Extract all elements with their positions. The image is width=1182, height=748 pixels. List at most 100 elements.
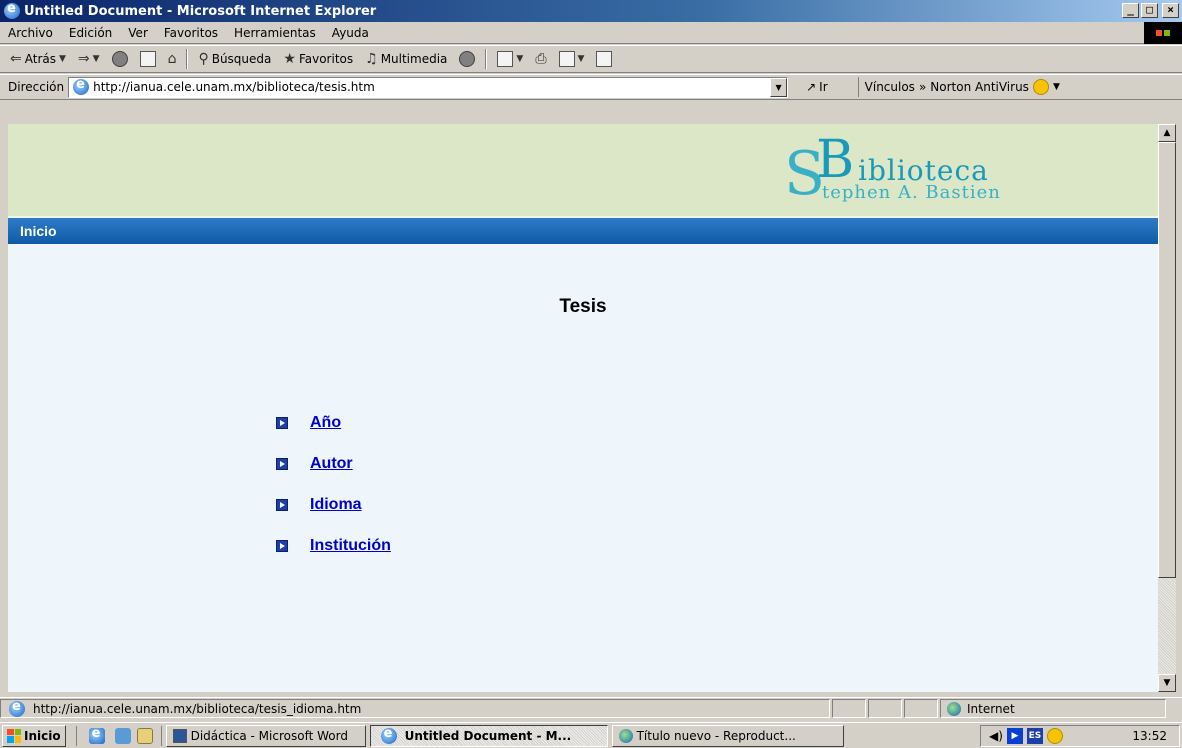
links-label[interactable]: Vínculos xyxy=(865,80,915,94)
logo-letter-b: B xyxy=(816,130,855,190)
go-arrow-icon: ↗ xyxy=(806,80,817,94)
task-word-label: Didáctica - Microsoft Word xyxy=(190,728,348,743)
discuss-button[interactable] xyxy=(592,48,616,70)
task-mediaplayer[interactable]: Título nuevo - Reproduct... xyxy=(611,724,844,747)
start-button[interactable]: Inicio xyxy=(2,724,66,747)
edit-button[interactable]: ▼ xyxy=(555,48,589,70)
back-arrow-icon: ⇐ xyxy=(10,51,22,67)
discuss-icon xyxy=(596,51,613,67)
link-idioma[interactable]: Idioma xyxy=(310,496,362,514)
quicklaunch-outlook-icon[interactable] xyxy=(114,727,131,744)
multimedia-label: Multimedia xyxy=(380,52,448,66)
status-page-icon xyxy=(9,699,25,717)
refresh-button[interactable] xyxy=(136,48,160,70)
link-autor[interactable]: Autor xyxy=(310,455,353,473)
favorites-button[interactable]: ★ Favoritos xyxy=(279,48,357,70)
quick-launch xyxy=(75,725,162,746)
menu-bar: Archivo Edición Ver Favoritos Herramient… xyxy=(0,22,1182,44)
menu-archivo[interactable]: Archivo xyxy=(0,26,61,40)
home-button[interactable]: ⌂ xyxy=(164,48,181,70)
menu-ver[interactable]: Ver xyxy=(120,26,156,40)
favorites-label: Favoritos xyxy=(298,52,354,66)
status-bar: http://ianua.cele.unam.mx/biblioteca/tes… xyxy=(0,697,1182,719)
favorites-icon: ★ xyxy=(283,51,296,67)
task-ie-label: Untitled Document - M... xyxy=(404,728,572,743)
bullet-arrow-icon xyxy=(276,416,288,429)
multimedia-icon: ♫ xyxy=(365,51,378,67)
address-input[interactable]: http://ianua.cele.unam.mx/biblioteca/tes… xyxy=(68,76,789,98)
norton-link[interactable]: Norton AntiVirus xyxy=(930,80,1029,94)
biblioteca-logo: S B iblioteca tephen A. Bastien xyxy=(784,132,1034,212)
menu-edicion[interactable]: Edición xyxy=(61,26,120,40)
nav-inicio-link[interactable]: Inicio xyxy=(20,223,57,239)
norton-dropdown-icon[interactable]: ▼ xyxy=(1053,82,1060,92)
links-more-icon[interactable]: » xyxy=(919,80,926,94)
task-mediaplayer-label: Título nuevo - Reproduct... xyxy=(636,728,796,743)
scroll-up-button[interactable]: ▲ xyxy=(1158,124,1176,142)
forward-button[interactable]: ⇒ ▼ xyxy=(74,48,104,70)
list-item: Autor xyxy=(276,443,391,484)
stop-button[interactable] xyxy=(108,48,132,70)
edit-dropdown-icon[interactable]: ▼ xyxy=(578,54,585,64)
forward-dropdown-icon[interactable]: ▼ xyxy=(93,54,100,64)
search-button[interactable]: ⚲ Búsqueda xyxy=(194,48,275,70)
scroll-thumb[interactable] xyxy=(1158,142,1176,578)
ie-icon xyxy=(4,1,20,19)
zone-label: Internet xyxy=(967,701,1015,716)
go-button[interactable]: ↗ Ir xyxy=(806,80,828,94)
windows-flag-icon xyxy=(7,728,21,743)
status-url: http://ianua.cele.unam.mx/biblioteca/tes… xyxy=(33,701,362,716)
mail-button[interactable]: ▼ xyxy=(493,48,527,70)
system-tray: ◀) ▶ ES 13:52 xyxy=(980,725,1180,747)
menu-favoritos[interactable]: Favoritos xyxy=(156,26,226,40)
start-label: Inicio xyxy=(24,728,61,743)
vertical-scrollbar[interactable]: ▲ ▼ xyxy=(1158,124,1176,692)
task-word[interactable]: Didáctica - Microsoft Word xyxy=(165,724,366,747)
thesis-links-list: Año Autor Idioma Institución xyxy=(276,402,391,566)
page-title: Tesis xyxy=(559,296,607,317)
bullet-arrow-icon xyxy=(276,457,288,470)
norton-icon[interactable] xyxy=(1032,79,1049,95)
volume-icon[interactable]: ◀) xyxy=(989,729,1003,743)
address-url[interactable]: http://ianua.cele.unam.mx/biblioteca/tes… xyxy=(93,80,375,94)
minimize-button[interactable]: _ xyxy=(1122,3,1139,18)
window-title: Untitled Document - Microsoft Internet E… xyxy=(24,3,377,19)
address-dropdown-icon[interactable]: ▼ xyxy=(770,77,788,97)
norton-tray-icon[interactable] xyxy=(1046,728,1063,744)
print-icon: ⎙ xyxy=(535,51,547,67)
logo-word-stephen: tephen A. Bastien xyxy=(822,182,1001,203)
back-dropdown-icon[interactable]: ▼ xyxy=(59,54,66,64)
media-icon[interactable]: ▶ xyxy=(1006,728,1023,744)
task-ie[interactable]: Untitled Document - M... xyxy=(369,724,608,747)
language-indicator[interactable]: ES xyxy=(1026,728,1043,744)
list-item: Año xyxy=(276,402,391,443)
mail-dropdown-icon[interactable]: ▼ xyxy=(516,54,523,64)
home-icon: ⌂ xyxy=(167,51,177,67)
internet-globe-icon xyxy=(947,701,961,716)
forward-arrow-icon: ⇒ xyxy=(77,51,90,67)
link-ano[interactable]: Año xyxy=(310,414,341,432)
menu-ayuda[interactable]: Ayuda xyxy=(324,26,377,40)
list-item: Institución xyxy=(276,525,391,566)
scroll-down-button[interactable]: ▼ xyxy=(1158,674,1176,692)
go-label: Ir xyxy=(819,80,828,94)
search-label: Búsqueda xyxy=(211,52,272,66)
link-institucion[interactable]: Institución xyxy=(310,537,391,555)
security-zone: Internet xyxy=(940,699,1166,718)
quicklaunch-desktop-icon[interactable] xyxy=(136,727,153,744)
quicklaunch-ie-icon[interactable] xyxy=(88,726,105,744)
bullet-arrow-icon xyxy=(276,539,288,552)
close-button[interactable]: × xyxy=(1162,3,1179,18)
maximize-button[interactable]: □ xyxy=(1141,3,1158,18)
toolbar: ⇐ Atrás ▼ ⇒ ▼ ⌂ ⚲ Búsqueda ★ Favoritos ♫… xyxy=(0,45,1182,73)
refresh-icon xyxy=(139,51,156,67)
back-button[interactable]: ⇐ Atrás ▼ xyxy=(6,48,70,70)
taskbar: Inicio Didáctica - Microsoft Word Untitl… xyxy=(0,722,1182,748)
multimedia-button[interactable]: ♫ Multimedia xyxy=(361,48,451,70)
history-button[interactable] xyxy=(455,48,479,70)
toolbar-separator xyxy=(186,49,189,69)
menu-herramientas[interactable]: Herramientas xyxy=(226,26,324,40)
status-cell xyxy=(868,699,902,718)
print-button[interactable]: ⎙ xyxy=(531,48,550,70)
title-bar: Untitled Document - Microsoft Internet E… xyxy=(0,0,1182,22)
